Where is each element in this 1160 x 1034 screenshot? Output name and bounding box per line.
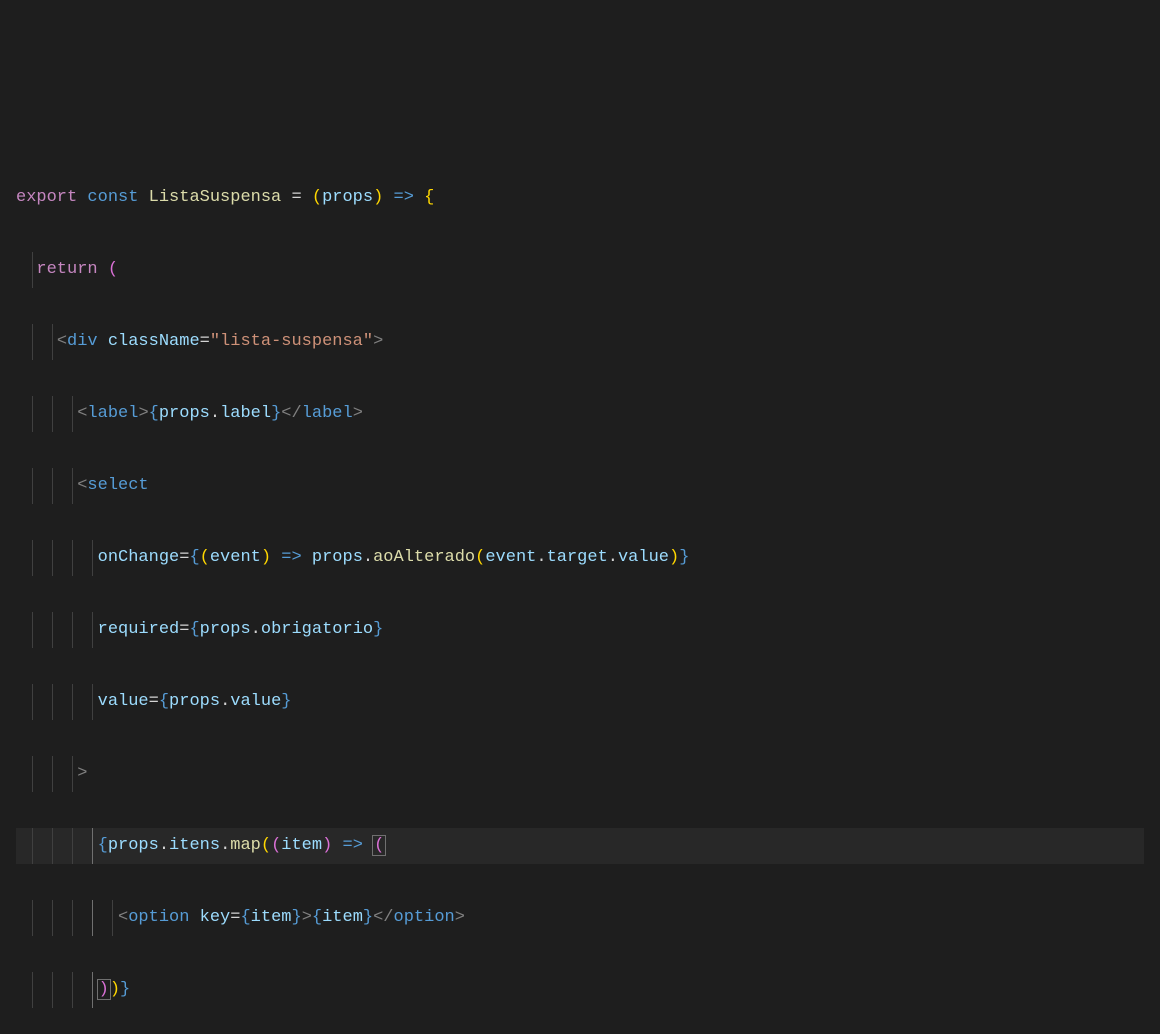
code-line-11: <option key={item}>{item}</option>	[16, 900, 1144, 936]
code-line-10-active: {props.itens.map((item) => (	[16, 828, 1144, 864]
function-name: ListaSuspensa	[149, 188, 282, 207]
code-line-1: export const ListaSuspensa = (props) => …	[16, 180, 1144, 216]
code-line-6: onChange={(event) => props.aoAlterado(ev…	[16, 540, 1144, 576]
jsx-tag-select: select	[87, 476, 148, 495]
code-line-5: <select	[16, 468, 1144, 504]
code-line-2: return (	[16, 252, 1144, 288]
keyword-return: return	[36, 260, 97, 279]
bracket-match-close-icon: )	[97, 979, 111, 1000]
code-line-9: >	[16, 756, 1144, 792]
code-line-8: value={props.value}	[16, 684, 1144, 720]
keyword-export: export	[16, 188, 77, 207]
keyword-const: const	[87, 188, 138, 207]
jsx-tag-option: option	[128, 908, 189, 927]
code-line-3: <div className="lista-suspensa">	[16, 324, 1144, 360]
code-line-4: <label>{props.label}</label>	[16, 396, 1144, 432]
bracket-match-open-icon: (	[372, 835, 386, 856]
jsx-tag-label: label	[87, 404, 138, 423]
jsx-tag-div: div	[67, 332, 98, 351]
code-line-7: required={props.obrigatorio}	[16, 612, 1144, 648]
code-line-12: ))}	[16, 972, 1144, 1008]
code-editor[interactable]: export const ListaSuspensa = (props) => …	[0, 144, 1160, 1034]
